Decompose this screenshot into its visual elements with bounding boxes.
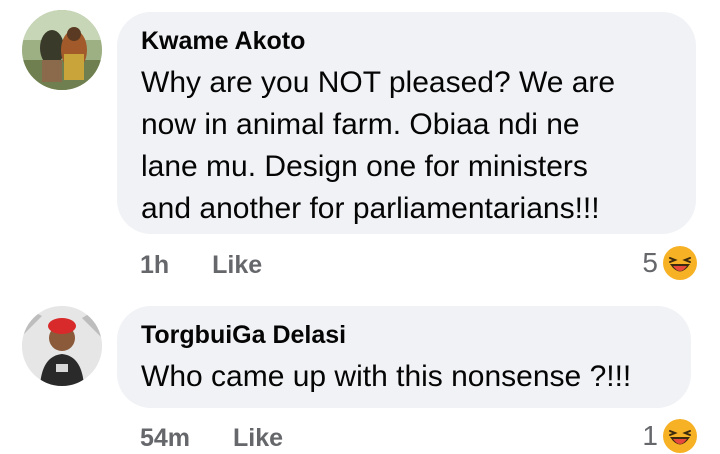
comment-text: Why are you NOT pleased? We are now in a…: [141, 66, 616, 225]
reaction-summary[interactable]: 1: [642, 418, 698, 454]
avatar-photo: [22, 10, 102, 90]
reaction-summary[interactable]: 5: [642, 245, 698, 281]
comment-text: Who came up with this nonsense ?!!!: [141, 360, 632, 393]
reaction-count: 5: [642, 247, 658, 278]
comment-meta: 54m Like: [140, 424, 283, 453]
comment-meta: 1h Like: [140, 251, 262, 280]
like-button[interactable]: Like: [212, 251, 262, 279]
comment-bubble: TorgbuiGa Delasi Who came up with this n…: [117, 306, 691, 408]
comment-author[interactable]: TorgbuiGa Delasi: [141, 320, 667, 350]
comment-author[interactable]: Kwame Akoto: [141, 26, 672, 56]
avatar-photo: [22, 306, 102, 386]
laughing-emoji-icon: [663, 246, 697, 280]
like-button[interactable]: Like: [233, 424, 283, 452]
avatar[interactable]: [22, 306, 102, 386]
reaction-count: 1: [642, 420, 658, 451]
laughing-emoji-icon: [663, 419, 697, 453]
avatar[interactable]: [22, 10, 102, 90]
comment-timestamp[interactable]: 1h: [140, 251, 169, 279]
comment-bubble: Kwame Akoto Why are you NOT pleased? We …: [117, 12, 696, 234]
comment-timestamp[interactable]: 54m: [140, 424, 190, 452]
